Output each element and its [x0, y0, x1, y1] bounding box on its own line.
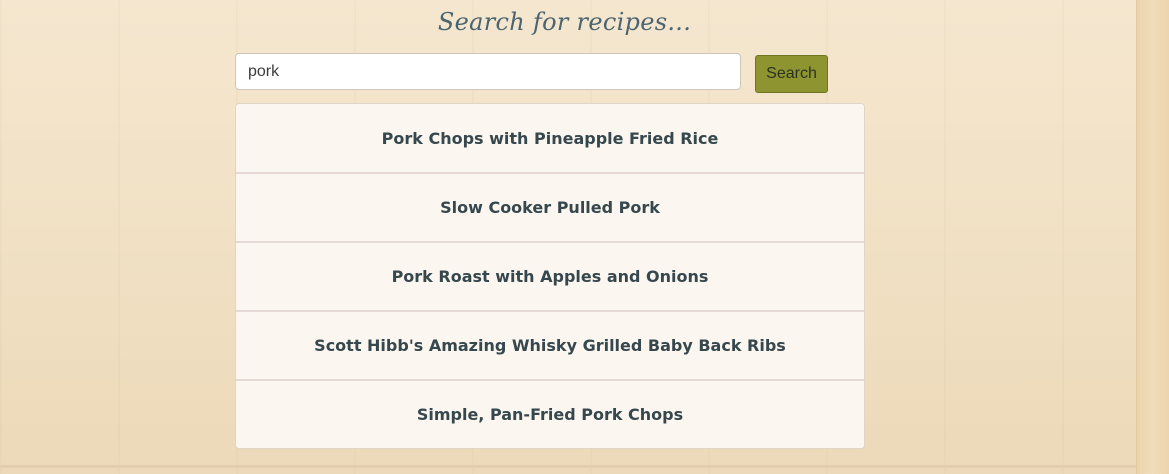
results-list: Pork Chops with Pineapple Fried Rice Slo… [235, 103, 865, 449]
result-item[interactable]: Simple, Pan-Fried Pork Chops [236, 379, 864, 448]
page-heading: Search for recipes... [437, 8, 692, 36]
result-item[interactable]: Slow Cooker Pulled Pork [236, 172, 864, 241]
result-item[interactable]: Pork Chops with Pineapple Fried Rice [236, 104, 864, 172]
result-item[interactable]: Scott Hibb's Amazing Whisky Grilled Baby… [236, 310, 864, 379]
search-button[interactable]: Search [755, 55, 828, 93]
recipe-search-panel: Search for recipes... Search Pork Chops … [0, 0, 1136, 468]
page-edge-decoration [1136, 0, 1169, 474]
result-item[interactable]: Pork Roast with Apples and Onions [236, 241, 864, 310]
search-input[interactable] [235, 53, 741, 90]
